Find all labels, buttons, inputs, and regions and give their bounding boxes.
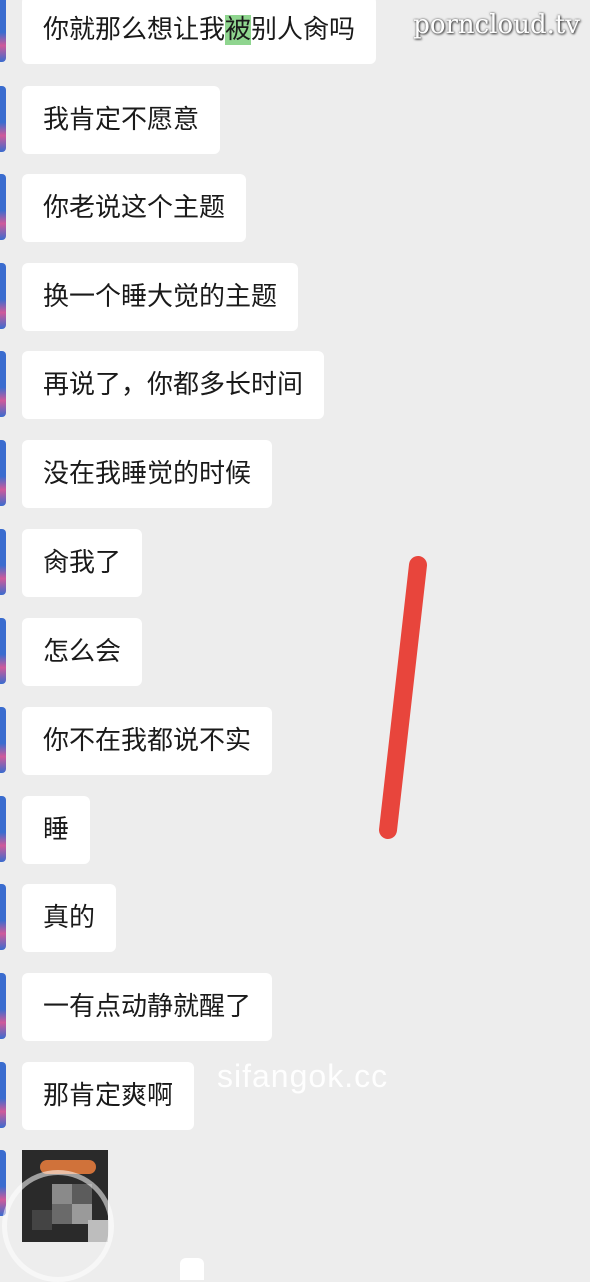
watermark-top-right: porncloud.tv bbox=[413, 10, 580, 40]
red-annotation-line bbox=[379, 556, 427, 839]
watermark-middle: sifangok.cc bbox=[217, 1058, 389, 1094]
